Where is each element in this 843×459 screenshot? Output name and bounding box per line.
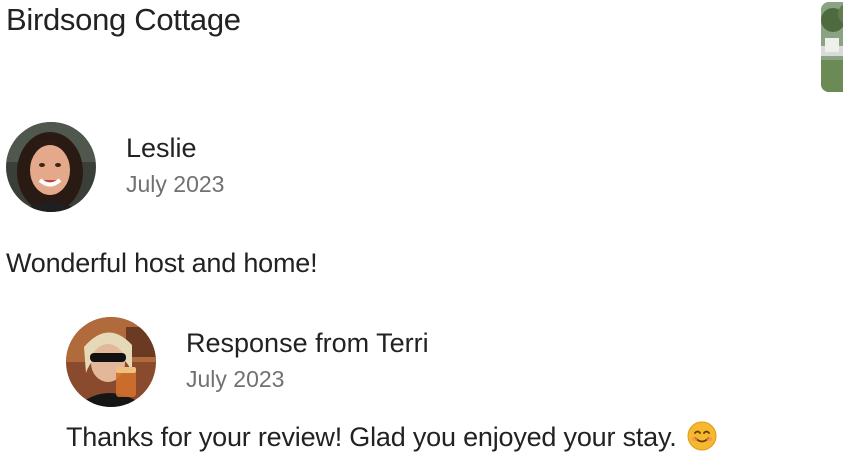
listing-thumbnail-image[interactable] <box>821 2 843 92</box>
response-text: Thanks for your review! Glad you enjoyed… <box>66 422 677 452</box>
reviewer-name: Leslie <box>126 133 197 163</box>
response-heading: Response from Terri <box>186 328 429 358</box>
reviewer-avatar[interactable] <box>6 122 96 212</box>
review-text: Wonderful host and home! <box>6 248 318 278</box>
smiling-face-emoji-icon <box>687 421 717 458</box>
response-date: July 2023 <box>186 366 285 392</box>
response-text-line: Thanks for your review! Glad you enjoyed… <box>66 421 717 458</box>
host-avatar[interactable] <box>66 317 156 407</box>
review-date: July 2023 <box>126 171 225 197</box>
listing-title: Birdsong Cottage <box>6 2 241 37</box>
